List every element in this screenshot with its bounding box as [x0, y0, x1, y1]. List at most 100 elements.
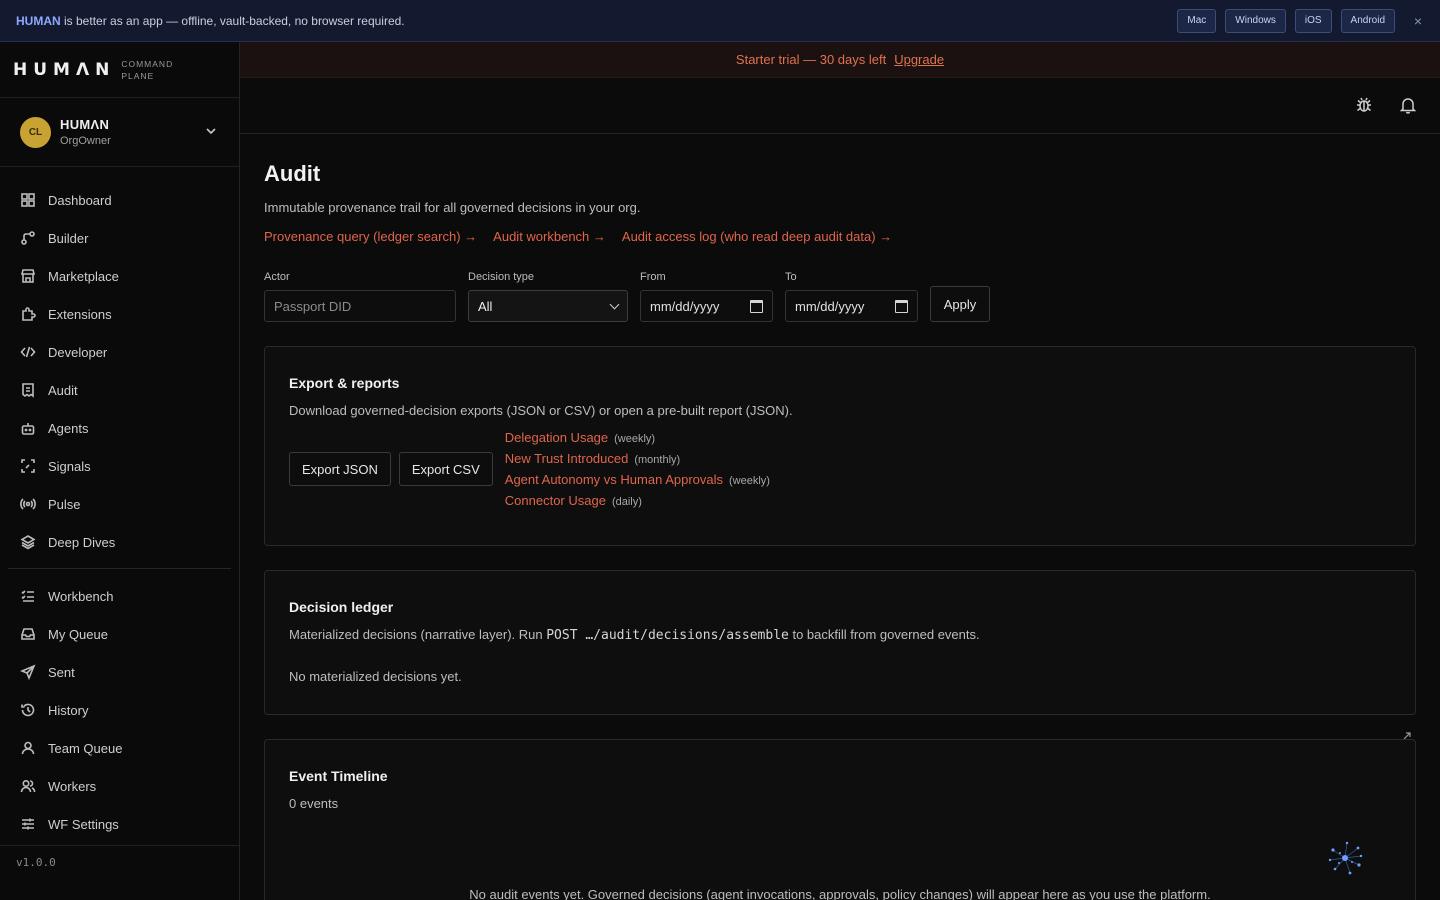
- scan-icon: [20, 458, 36, 474]
- sidebar-item-workbench[interactable]: Workbench: [0, 577, 239, 615]
- timeline-count: 0 events: [289, 796, 339, 811]
- decision-type-label: Decision type: [468, 271, 535, 283]
- timeline-empty-state: No audit events yet. Governed decisions …: [469, 887, 1211, 900]
- to-label: To: [785, 271, 797, 283]
- export-json-button[interactable]: Export JSON: [289, 452, 391, 486]
- brand: HUMΛN COMMAND PLANE: [0, 42, 239, 98]
- sidebar-item-label: Workers: [48, 778, 97, 794]
- platform-android-button[interactable]: Android: [1340, 8, 1395, 33]
- sidebar-item-history[interactable]: History: [0, 691, 239, 729]
- sidebar-item-agents[interactable]: Agents: [0, 409, 239, 447]
- sidebar-item-team-queue[interactable]: Team Queue: [0, 729, 239, 767]
- dashboard-icon: [20, 192, 36, 208]
- logo-subtitle-line-2: PLANE: [121, 70, 155, 81]
- report-frequency: (daily): [611, 496, 642, 508]
- banner-text: is better as an app — offline, vault-bac…: [60, 13, 405, 28]
- report-link[interactable]: New Trust Introduced: [505, 451, 629, 466]
- user-icon: [20, 740, 36, 756]
- sidebar-item-label: Dashboard: [48, 192, 112, 208]
- sidebar-nav: Dashboard Builder Marketplace Extensions…: [0, 167, 239, 843]
- report-link[interactable]: Connector Usage: [505, 493, 606, 508]
- export-title: Export & reports: [289, 375, 400, 391]
- provenance-query-link[interactable]: Provenance query (ledger search) →: [264, 229, 477, 244]
- sidebar-item-pulse[interactable]: Pulse: [0, 485, 239, 523]
- banner-brand: HUMAN: [16, 13, 61, 28]
- avatar: CL: [20, 116, 51, 148]
- export-actions: Export JSON Export CSV Delegation Usage (…: [289, 430, 1391, 508]
- page-subtitle: Immutable provenance trail for all gover…: [264, 200, 641, 215]
- store-icon: [20, 268, 36, 284]
- export-description: Download governed-decision exports (JSON…: [289, 403, 793, 418]
- sidebar-item-workers[interactable]: Workers: [0, 767, 239, 805]
- sidebar-item-marketplace[interactable]: Marketplace: [0, 257, 239, 295]
- sidebar-item-extensions[interactable]: Extensions: [0, 295, 239, 333]
- report-item: Delegation Usage (weekly): [505, 430, 770, 445]
- from-date-input[interactable]: mm/dd/yyyy: [640, 290, 773, 322]
- apply-button[interactable]: Apply: [930, 286, 990, 322]
- sidebar-item-label: My Queue: [48, 626, 108, 642]
- decision-type-value: All: [478, 298, 493, 314]
- upgrade-link[interactable]: Upgrade: [894, 52, 944, 67]
- actor-label: Actor: [264, 271, 290, 283]
- platform-buttons: Mac Windows iOS Android ×: [1177, 8, 1424, 33]
- sidebar-item-label: Builder: [48, 230, 89, 246]
- decision-type-field: Decision type All: [468, 271, 628, 322]
- send-icon: [20, 664, 36, 680]
- sidebar-item-deep-dives[interactable]: Deep Dives: [0, 523, 239, 561]
- calendar-icon[interactable]: [750, 299, 763, 313]
- sidebar-item-label: Sent: [48, 664, 75, 680]
- audit-workbench-link[interactable]: Audit workbench →: [493, 229, 606, 244]
- builder-icon: [20, 230, 36, 246]
- sidebar-item-label: Marketplace: [48, 268, 119, 284]
- desktop-app-banner: HUMAN is better as an app — offline, vau…: [0, 0, 1440, 42]
- ledger-endpoint-code: POST …/audit/decisions/assemble: [546, 628, 789, 643]
- actor-input[interactable]: Passport DID: [264, 290, 456, 322]
- chevron-down-icon: [609, 299, 620, 309]
- org-switcher[interactable]: CL HUMΛN OrgOwner: [0, 98, 239, 167]
- decision-type-select[interactable]: All: [468, 290, 628, 322]
- audit-access-log-link[interactable]: Audit access log (who read deep audit da…: [622, 229, 892, 244]
- to-date-input[interactable]: mm/dd/yyyy: [785, 290, 918, 322]
- sidebar-item-audit[interactable]: Audit: [0, 371, 239, 409]
- timeline-title: Event Timeline: [289, 768, 388, 784]
- sidebar-item-sent[interactable]: Sent: [0, 653, 239, 691]
- history-icon: [20, 702, 36, 718]
- bot-icon: [20, 420, 36, 436]
- checklist-icon: [20, 588, 36, 604]
- ledger-desc-suffix: to backfill from governed events.: [788, 627, 980, 642]
- main-content: Audit Immutable provenance trail for all…: [264, 134, 1416, 900]
- sidebar-item-signals[interactable]: Signals: [0, 447, 239, 485]
- report-frequency: (weekly): [614, 433, 656, 445]
- sidebar-item-wf-settings[interactable]: WF Settings: [0, 805, 239, 843]
- bell-icon[interactable]: [1399, 96, 1417, 114]
- sidebar-item-label: Extensions: [48, 306, 112, 322]
- code-icon: [20, 344, 36, 360]
- sidebar-item-builder[interactable]: Builder: [0, 219, 239, 257]
- page-title: Audit: [264, 161, 321, 186]
- report-item: New Trust Introduced (monthly): [505, 451, 770, 466]
- report-link[interactable]: Delegation Usage: [505, 430, 608, 445]
- logo[interactable]: HUMΛN: [13, 60, 115, 80]
- org-name: HUMΛN: [60, 117, 110, 132]
- close-banner-icon[interactable]: ×: [1412, 13, 1424, 29]
- platform-ios-button[interactable]: iOS: [1294, 8, 1332, 33]
- ledger-desc-prefix: Materialized decisions (narrative layer)…: [289, 627, 547, 642]
- receipt-icon: [20, 382, 36, 398]
- report-link[interactable]: Agent Autonomy vs Human Approvals: [505, 472, 723, 487]
- platform-mac-button[interactable]: Mac: [1177, 8, 1217, 33]
- report-frequency: (weekly): [729, 475, 770, 487]
- export-csv-button[interactable]: Export CSV: [398, 452, 493, 486]
- calendar-icon[interactable]: [895, 299, 908, 313]
- sidebar-item-my-queue[interactable]: My Queue: [0, 615, 239, 653]
- to-field: To mm/dd/yyyy: [785, 271, 918, 322]
- platform-windows-button[interactable]: Windows: [1225, 8, 1286, 33]
- sidebar-item-dashboard[interactable]: Dashboard: [0, 181, 239, 219]
- bug-icon[interactable]: [1355, 96, 1373, 114]
- sidebar-divider: [8, 568, 231, 569]
- sidebar-item-label: Signals: [48, 458, 91, 474]
- layers-icon: [20, 534, 36, 550]
- chevron-down-icon[interactable]: [205, 125, 217, 140]
- ledger-title: Decision ledger: [289, 599, 394, 615]
- sidebar-item-developer[interactable]: Developer: [0, 333, 239, 371]
- from-field: From mm/dd/yyyy: [640, 271, 773, 322]
